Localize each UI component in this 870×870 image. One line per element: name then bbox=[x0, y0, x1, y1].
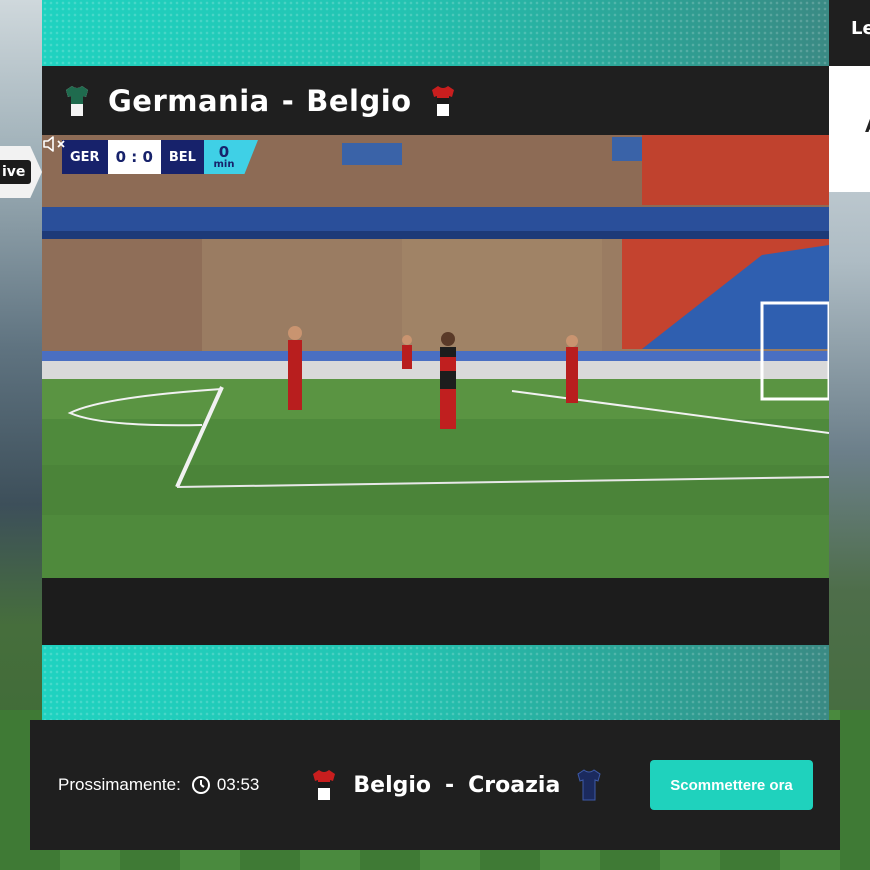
navy-shirt-icon bbox=[577, 769, 601, 801]
upcoming-separator: - bbox=[445, 772, 455, 798]
bottom-decor-band bbox=[42, 645, 829, 720]
upcoming-label: Prossimamente: bbox=[58, 775, 181, 794]
stopwatch-icon bbox=[191, 776, 210, 794]
upcoming-home-team: Belgio bbox=[353, 772, 432, 798]
side-panel-header[interactable]: Le bbox=[829, 0, 870, 66]
match-separator: - bbox=[281, 84, 295, 118]
red-white-shirt-icon bbox=[431, 86, 454, 116]
match-video-stream[interactable]: GER 0 : 0 BEL 0 min bbox=[42, 135, 829, 578]
live-tab-label: ive bbox=[0, 160, 32, 184]
stadium-scene bbox=[42, 135, 829, 578]
player-4 bbox=[402, 335, 412, 369]
scoreboard-score: 0 : 0 bbox=[107, 140, 161, 174]
countdown: 03:53 bbox=[191, 775, 260, 795]
player-3 bbox=[566, 335, 578, 403]
side-panel-body: A bbox=[829, 66, 870, 192]
bet-now-button[interactable]: Scommettere ora bbox=[650, 760, 813, 810]
scoreboard-minute-unit: min bbox=[213, 158, 235, 170]
home-team-name: Germania bbox=[108, 84, 270, 118]
upcoming-match: Belgio - Croazia bbox=[311, 768, 602, 802]
match-title: Germania - Belgio bbox=[108, 84, 412, 118]
live-match-card: Germania - Belgio GER 0: 0 BEL 0 min bbox=[42, 0, 829, 720]
away-team-name: Belgio bbox=[306, 84, 412, 118]
top-decor-band bbox=[42, 0, 829, 66]
scoreboard-minute: 0 bbox=[218, 142, 230, 161]
video-footer bbox=[42, 578, 829, 645]
scoreboard: GER 0 : 0 BEL 0 min bbox=[62, 140, 258, 174]
countdown-time: 03:53 bbox=[216, 775, 260, 794]
green-white-shirt-icon bbox=[66, 86, 88, 116]
scoreboard-clock: 0 min bbox=[203, 140, 258, 174]
speaker-muted-icon[interactable] bbox=[42, 135, 68, 153]
scoreboard-away-code: BEL bbox=[160, 140, 204, 174]
red-white-shirt-icon bbox=[313, 770, 336, 800]
upcoming-match-title: Belgio - Croazia bbox=[353, 773, 560, 798]
match-header: Germania - Belgio bbox=[42, 66, 829, 136]
upcoming-match-bar: Prossimamente: 03:53 Belgio - Croazia Scom… bbox=[30, 720, 840, 850]
scoreboard-home-code: GER bbox=[62, 140, 108, 174]
upcoming-away-team: Croazia bbox=[468, 772, 561, 798]
